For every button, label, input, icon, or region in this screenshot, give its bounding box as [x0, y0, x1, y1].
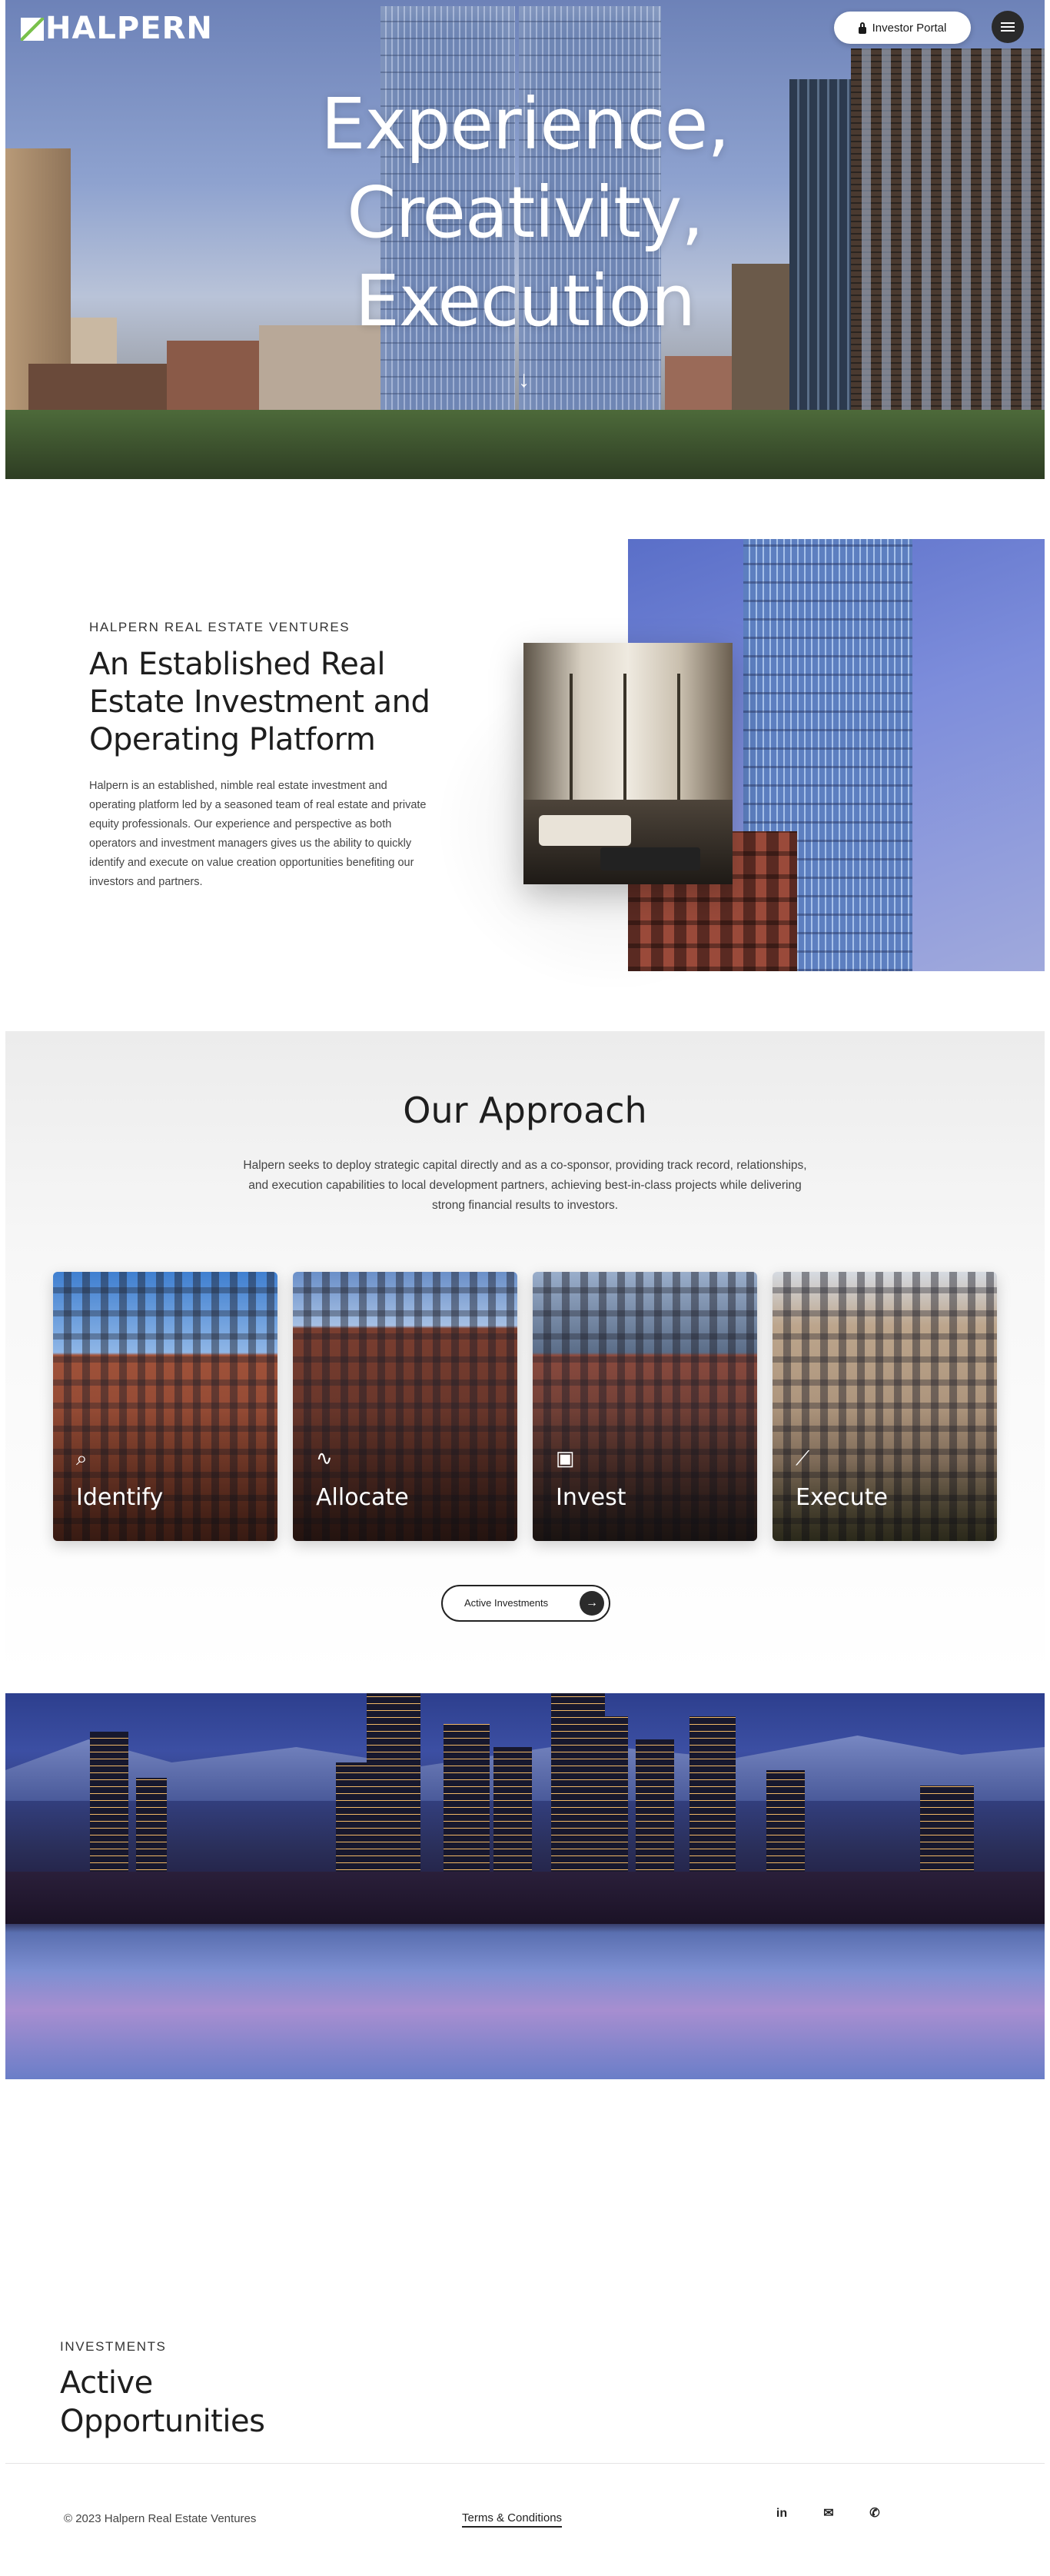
investments-title-line: Active	[60, 2365, 153, 2401]
about-title-line: Estate Investment and	[89, 684, 430, 720]
city-skyline-image	[5, 1693, 1045, 2079]
hamburger-icon	[1001, 22, 1015, 24]
hamburger-icon-line	[1001, 30, 1015, 32]
logo[interactable]: HALPERN	[21, 11, 213, 46]
hero-title-line: Execution	[354, 260, 696, 342]
hero-trees	[5, 410, 1045, 479]
investments-title-line: Opportunities	[60, 2404, 265, 2439]
investor-portal-button[interactable]: Investor Portal	[834, 12, 971, 44]
scroll-down-arrow-icon[interactable]: ↓	[518, 367, 530, 393]
hero-title-line: Experience,	[321, 83, 729, 165]
skyline-trees	[5, 1872, 1045, 1924]
approach-title: Our Approach	[403, 1090, 647, 1131]
footer-divider	[5, 2463, 1045, 2464]
terms-link[interactable]: Terms & Conditions	[462, 2511, 563, 2528]
investor-portal-label: Investor Portal	[872, 21, 947, 35]
approach-body: Halpern seeks to deploy strategic capita…	[243, 1159, 807, 1212]
footer-copyright: © 2023 Halpern Real Estate Ventures	[64, 2512, 257, 2525]
about-eyebrow: HALPERN REAL ESTATE VENTURES	[89, 620, 351, 634]
hero-title-line: Creativity,	[347, 171, 703, 254]
phone-icon[interactable]: ✆	[865, 2504, 885, 2524]
about-title-line: Operating Platform	[89, 722, 376, 757]
investments-title: Active Opportunities	[60, 2364, 265, 2441]
interior-sofa	[539, 815, 631, 846]
approach-cards: ⌕ Identify ∿ Allocate ▣ Invest ⟋ Execute	[53, 1272, 998, 1541]
menu-button[interactable]	[992, 11, 1024, 43]
page: HALPERN Investor Portal Experience, Crea…	[5, 0, 1045, 2576]
approach-card-allocate[interactable]: ∿ Allocate	[293, 1272, 517, 1541]
logo-mark-icon	[21, 18, 44, 41]
hero-section: HALPERN Investor Portal Experience, Crea…	[5, 0, 1045, 479]
approach-card-invest[interactable]: ▣ Invest	[533, 1272, 757, 1541]
chart-icon: ⟋	[796, 1446, 810, 1469]
approach-card-identify[interactable]: ⌕ Identify	[53, 1272, 277, 1541]
interior-table	[600, 847, 700, 870]
approach-section: Our Approach Halpern seeks to deploy str…	[5, 1031, 1045, 1676]
approach-card-execute[interactable]: ⟋ Execute	[773, 1272, 997, 1541]
money-icon: ▣	[556, 1446, 575, 1469]
interior-window-frame	[623, 674, 626, 812]
investments-eyebrow: INVESTMENTS	[60, 2339, 167, 2354]
arrow-right-icon: →	[580, 1591, 604, 1616]
skyline-building	[367, 1693, 420, 1901]
approach-card-label: Allocate	[316, 1484, 409, 1511]
path-icon: ∿	[316, 1446, 333, 1469]
approach-card-label: Identify	[76, 1484, 164, 1511]
active-investments-button[interactable]: Active Investments →	[441, 1585, 610, 1622]
about-title-line: An Established Real	[89, 647, 386, 682]
email-icon[interactable]: ✉	[819, 2504, 839, 2524]
approach-card-label: Invest	[556, 1484, 626, 1511]
approach-card-label: Execute	[796, 1484, 888, 1511]
about-title: An Established Real Estate Investment an…	[89, 646, 443, 759]
active-investments-label: Active Investments	[464, 1597, 549, 1609]
hamburger-icon-line	[1001, 26, 1015, 28]
about-interior-image	[523, 643, 733, 884]
skyline-building	[551, 1693, 605, 1901]
interior-window-frame	[570, 674, 573, 812]
interior-window-frame	[677, 674, 680, 812]
search-icon: ⌕	[76, 1446, 88, 1469]
logo-text: HALPERN	[45, 11, 213, 46]
lock-icon	[858, 22, 866, 34]
linkedin-icon[interactable]: in	[772, 2504, 792, 2524]
about-body: Halpern is an established, nimble real e…	[89, 780, 427, 888]
hero-title: Experience, Creativity, Execution	[5, 80, 1045, 345]
